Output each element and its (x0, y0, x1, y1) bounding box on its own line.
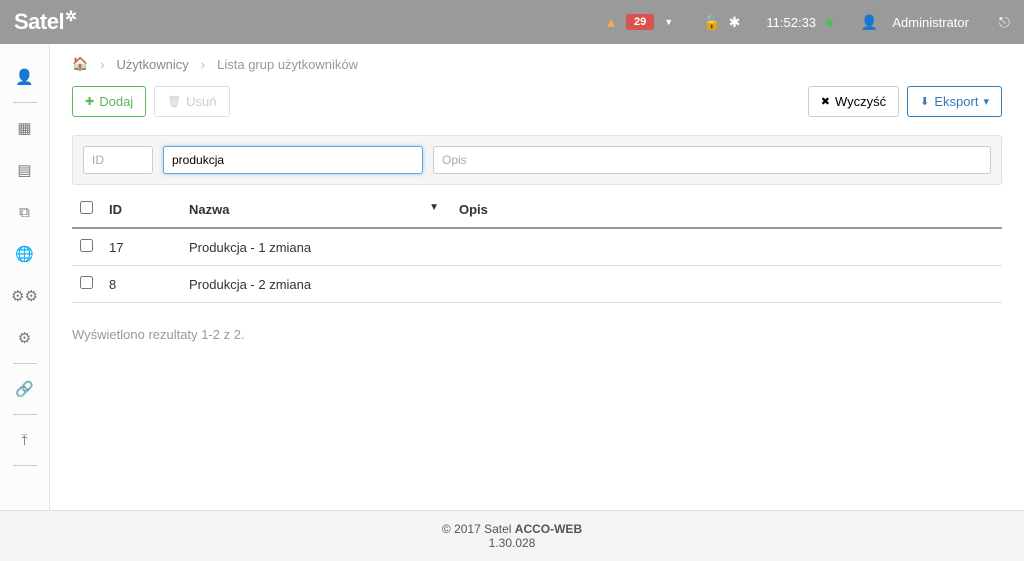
username-label[interactable]: Administrator (892, 15, 969, 30)
action-bar: ✚ Dodaj 🗑 Usuń ✖ Wyczyść ⬇ Eksport ▾ (72, 86, 1002, 117)
user-icon: 👤 (861, 14, 878, 31)
footer-product: ACCO-WEB (515, 522, 582, 536)
table-row[interactable]: 8 Produkcja - 2 zmiana (72, 266, 1002, 303)
column-label: ID (109, 202, 122, 217)
logo-text: Satel (14, 9, 64, 35)
topbar: Satel✲ ▲ 29 ▼ 🔓 ✱ 11:52:33 ● 👤 Administr… (0, 0, 1024, 44)
breadcrumb: 🏠 › Użytkownicy › Lista grup użytkownikó… (72, 56, 1002, 72)
logout-icon[interactable]: ⎋ (999, 14, 1010, 31)
calendar-icon: ▦ (17, 119, 31, 137)
footer: © 2017 Satel ACCO-WEB 1.30.028 (0, 510, 1024, 561)
main-content: 🏠 › Użytkownicy › Lista grup użytkownikó… (50, 44, 1024, 510)
cell-name: Produkcja - 2 zmiana (181, 266, 451, 303)
download-icon: ⬇ (920, 95, 929, 108)
gear-icon: ✲ (65, 8, 76, 25)
sidebar-item-link[interactable]: 🔗 (0, 368, 49, 410)
status-dot-icon: ● (824, 12, 835, 33)
select-all-checkbox[interactable] (80, 201, 93, 214)
add-button[interactable]: ✚ Dodaj (72, 86, 146, 117)
footer-copyright: © 2017 Satel ACCO-WEB (442, 522, 582, 536)
warning-icon[interactable]: ▲ (604, 14, 618, 30)
column-label: Nazwa (189, 202, 229, 217)
row-checkbox[interactable] (80, 276, 93, 289)
globe-icon: 🌐 (15, 245, 34, 263)
clock-time: 11:52:33 (766, 15, 816, 30)
export-button[interactable]: ⬇ Eksport ▾ (907, 86, 1002, 117)
home-icon[interactable]: 🏠 (72, 56, 88, 72)
cell-name: Produkcja - 1 zmiana (181, 228, 451, 266)
results-summary: Wyświetlono rezultaty 1-2 z 2. (72, 327, 1002, 342)
breadcrumb-current: Lista grup użytkowników (217, 57, 358, 72)
chevron-down-icon[interactable]: ▼ (664, 17, 673, 27)
cell-opis (451, 266, 1002, 303)
clear-button-label: Wyczyść (835, 94, 886, 109)
cell-id: 17 (101, 228, 181, 266)
footer-version: 1.30.028 (489, 536, 536, 550)
row-checkbox[interactable] (80, 239, 93, 252)
sidebar-item-users[interactable]: 👤 (0, 56, 49, 98)
topbar-right: ▲ 29 ▼ 🔓 ✱ 11:52:33 ● 👤 Administrator ⎋ (604, 12, 1010, 33)
cogs-icon: ⚙⚙ (11, 287, 38, 305)
sidebar-item-copy[interactable]: ⧉ (0, 191, 49, 233)
sidebar-item-cogs[interactable]: ⚙⚙ (0, 275, 49, 317)
sidebar-item-upload[interactable]: ⤒ (0, 419, 49, 461)
column-header-opis[interactable]: Opis (451, 191, 1002, 228)
copy-icon: ⧉ (19, 204, 30, 221)
sidebar-item-calendar[interactable]: ▦ (0, 107, 49, 149)
table-row[interactable]: 17 Produkcja - 1 zmiana (72, 228, 1002, 266)
sidebar: 👤 ▦ ▤ ⧉ 🌐 ⚙⚙ ⚙ 🔗 ⤒ (0, 44, 50, 510)
close-icon: ✖ (821, 95, 830, 108)
filter-row (72, 135, 1002, 185)
divider (13, 363, 37, 364)
asterisk-icon[interactable]: ✱ (729, 14, 741, 31)
data-table: ID Nazwa ▼ Opis 17 Produkcja - 1 zmiana (72, 191, 1002, 303)
gear-icon: ⚙ (18, 329, 31, 347)
table-header-row: ID Nazwa ▼ Opis (72, 191, 1002, 228)
upload-icon: ⤒ (21, 432, 28, 449)
footer-prefix: © 2017 Satel (442, 522, 515, 536)
add-button-label: Dodaj (99, 94, 133, 109)
sidebar-item-globe[interactable]: 🌐 (0, 233, 49, 275)
divider (13, 102, 37, 103)
filter-id-input[interactable] (83, 146, 153, 174)
breadcrumb-users[interactable]: Użytkownicy (117, 57, 189, 72)
document-icon: ▤ (17, 161, 31, 179)
delete-button: 🗑 Usuń (154, 86, 229, 117)
column-header-id[interactable]: ID (101, 191, 181, 228)
clear-button[interactable]: ✖ Wyczyść (808, 86, 899, 117)
divider (13, 414, 37, 415)
logo: Satel✲ (14, 9, 76, 35)
sidebar-item-settings[interactable]: ⚙ (0, 317, 49, 359)
breadcrumb-separator: › (201, 57, 205, 72)
cell-id: 8 (101, 266, 181, 303)
sort-desc-icon: ▼ (429, 202, 439, 213)
delete-button-label: Usuń (186, 94, 216, 109)
filter-opis-input[interactable] (433, 146, 991, 174)
link-icon: 🔗 (15, 380, 34, 398)
cell-opis (451, 228, 1002, 266)
divider (13, 465, 37, 466)
sidebar-item-document[interactable]: ▤ (0, 149, 49, 191)
column-label: Opis (459, 202, 488, 217)
trash-icon: 🗑 (167, 95, 181, 108)
alert-badge[interactable]: 29 (626, 14, 654, 30)
plus-icon: ✚ (85, 95, 94, 108)
breadcrumb-separator: › (100, 57, 104, 72)
column-header-name[interactable]: Nazwa ▼ (181, 191, 451, 228)
unlock-icon[interactable]: 🔓 (703, 14, 720, 31)
user-icon: 👤 (15, 68, 34, 86)
export-button-label: Eksport (934, 94, 978, 109)
caret-down-icon: ▾ (983, 95, 989, 108)
select-all-cell (72, 191, 101, 228)
filter-name-input[interactable] (163, 146, 423, 174)
